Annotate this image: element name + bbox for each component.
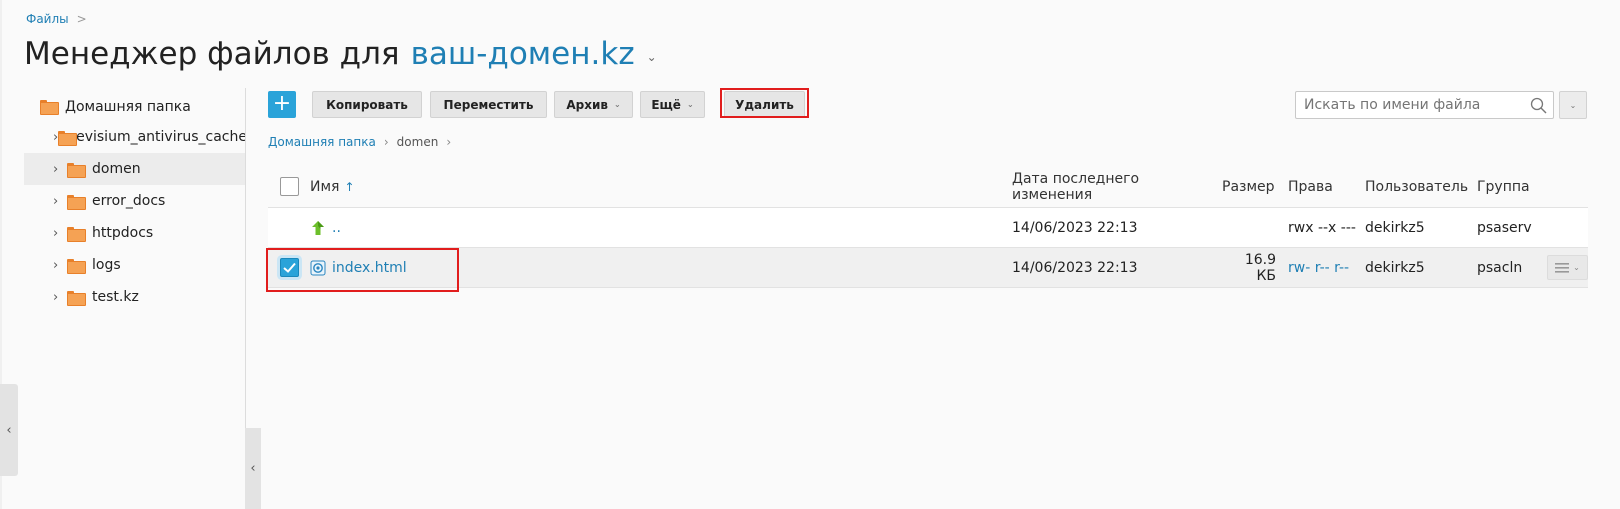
collapse-tree-handle[interactable]: ‹ — [245, 428, 261, 509]
page-title: Менеджер файлов для ваш-домен.kz ⌄ — [24, 36, 657, 72]
path-separator: › — [383, 135, 389, 149]
tree-item-label: test.kz — [92, 289, 139, 305]
selected-file-highlight — [266, 248, 459, 292]
path-separator: › — [446, 135, 452, 149]
copy-button[interactable]: Копировать — [312, 91, 422, 118]
chevron-right-icon[interactable]: › — [53, 162, 67, 177]
row-size: 16.9 КБ — [1244, 251, 1276, 284]
breadcrumb-separator: > — [76, 12, 87, 26]
move-button-label: Переместить — [443, 97, 534, 112]
archive-button[interactable]: Архив ⌄ — [554, 91, 633, 118]
tree-item-logs[interactable]: › logs — [24, 249, 246, 281]
path-breadcrumb: Домашняя папка › domen › — [268, 135, 451, 149]
chevron-right-icon[interactable]: › — [53, 258, 67, 273]
row-permissions: rwx --x --- — [1288, 219, 1356, 236]
breadcrumb: Файлы > — [26, 12, 87, 26]
row-group: psaserv — [1477, 219, 1532, 236]
column-user[interactable]: Пользователь — [1365, 179, 1477, 195]
tree-item-revisium[interactable]: › .revisium_antivirus_cache — [24, 121, 246, 153]
archive-button-label: Архив — [566, 97, 608, 112]
row-date: 14/06/2023 22:13 — [1012, 219, 1138, 236]
row-permissions-link[interactable]: rw- r-- r-- — [1288, 260, 1365, 276]
tree-item-label: .revisium_antivirus_cache — [66, 129, 246, 145]
select-all-checkbox[interactable] — [279, 177, 299, 196]
sort-ascending-icon: ↑ — [344, 179, 355, 194]
tree-item-test-kz[interactable]: › test.kz — [24, 281, 246, 313]
tree-item-domen[interactable]: › domen — [24, 153, 246, 185]
tree-item-label: httpdocs — [92, 225, 154, 241]
tree-root-home[interactable]: Домашняя папка — [24, 92, 246, 121]
chevron-left-icon: ‹ — [250, 461, 256, 476]
file-table: Имя ↑ Дата последнего изменения Размер П… — [268, 166, 1588, 288]
folder-icon — [67, 194, 86, 210]
folder-icon — [67, 290, 86, 306]
row-actions-cell: ⌄ — [1547, 255, 1588, 280]
tree-root-label: Домашняя папка — [65, 98, 191, 115]
file-manager-page: Файлы > Менеджер файлов для ваш-домен.kz… — [0, 0, 1620, 509]
tree-item-label: logs — [92, 257, 121, 273]
folder-tree: Домашняя папка › .revisium_antivirus_cac… — [24, 92, 246, 313]
tree-item-label: domen — [92, 161, 141, 177]
delete-button-highlight — [720, 88, 809, 118]
collapse-left-panel-handle[interactable]: ‹ — [0, 384, 18, 476]
chevron-left-icon: ‹ — [6, 422, 12, 438]
select-all-cell — [268, 177, 310, 196]
folder-icon — [40, 100, 59, 115]
domain-selector[interactable]: ваш-домен.kz — [411, 36, 635, 72]
parent-folder-link[interactable]: .. — [332, 220, 341, 236]
row-user: dekirkz5 — [1365, 259, 1425, 276]
path-current: domen — [396, 135, 439, 149]
folder-icon — [67, 162, 86, 178]
row-date: 14/06/2023 22:13 — [1012, 259, 1138, 276]
chevron-right-icon[interactable]: › — [53, 194, 67, 209]
search-input[interactable] — [1304, 97, 1524, 113]
more-button[interactable]: Ещё ⌄ — [640, 91, 705, 118]
row-menu-button[interactable]: ⌄ — [1547, 255, 1588, 280]
chevron-down-icon[interactable]: ⌄ — [647, 50, 657, 64]
move-button[interactable]: Переместить — [430, 91, 547, 118]
search-options-button[interactable]: ⌄ — [1559, 91, 1587, 119]
column-group[interactable]: Группа — [1477, 179, 1547, 195]
column-size[interactable]: Размер — [1222, 179, 1288, 195]
chevron-down-icon: ⌄ — [1569, 101, 1577, 110]
up-arrow-icon — [312, 220, 324, 235]
search-box[interactable] — [1295, 91, 1554, 119]
chevron-right-icon[interactable]: › — [53, 226, 67, 241]
chevron-down-icon: ⌄ — [613, 100, 621, 109]
column-permissions[interactable]: Права — [1288, 179, 1365, 195]
column-name-label: Имя — [310, 178, 340, 195]
tree-item-error-docs[interactable]: › error_docs — [24, 185, 246, 217]
column-name[interactable]: Имя ↑ — [310, 179, 1012, 195]
page-title-prefix: Менеджер файлов для — [24, 36, 400, 72]
chevron-down-icon: ⌄ — [1573, 263, 1580, 272]
row-user: dekirkz5 — [1365, 219, 1425, 236]
tree-item-label: error_docs — [92, 193, 166, 209]
folder-icon — [67, 226, 86, 242]
row-group: psacln — [1477, 259, 1523, 276]
table-row-index-html[interactable]: index.html 14/06/2023 22:13 16.9 КБ rw- … — [268, 248, 1588, 288]
hamburger-icon — [1555, 262, 1570, 273]
search-icon[interactable] — [1530, 97, 1547, 114]
tree-item-httpdocs[interactable]: › httpdocs — [24, 217, 246, 249]
table-row-parent[interactable]: .. 14/06/2023 22:13 rwx --x --- dekirkz5… — [268, 208, 1588, 248]
column-date[interactable]: Дата последнего изменения — [1012, 171, 1222, 203]
more-button-label: Ещё — [651, 97, 681, 112]
add-button[interactable]: + — [268, 91, 296, 118]
chevron-right-icon[interactable]: › — [53, 290, 67, 305]
path-home-link[interactable]: Домашняя папка — [268, 135, 376, 149]
row-name-cell: .. — [310, 220, 1012, 236]
folder-icon — [67, 258, 86, 274]
copy-button-label: Копировать — [326, 97, 408, 112]
breadcrumb-files-link[interactable]: Файлы — [26, 12, 69, 26]
chevron-down-icon: ⌄ — [686, 100, 694, 109]
table-header: Имя ↑ Дата последнего изменения Размер П… — [268, 166, 1588, 208]
